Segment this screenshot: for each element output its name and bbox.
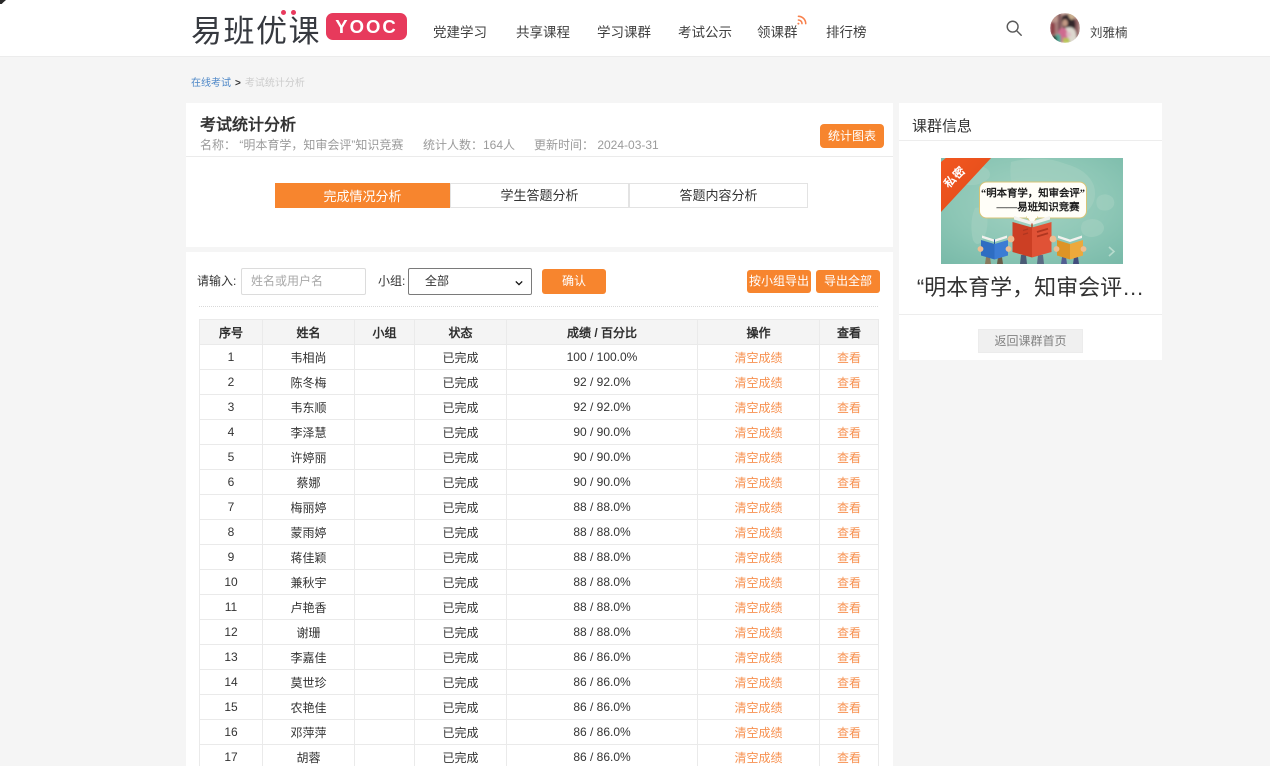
svg-text:——易班知识竞赛: ——易班知识竞赛 bbox=[995, 201, 1080, 214]
svg-text:“明本育学，知审会评”: “明本育学，知审会评” bbox=[981, 187, 1085, 200]
